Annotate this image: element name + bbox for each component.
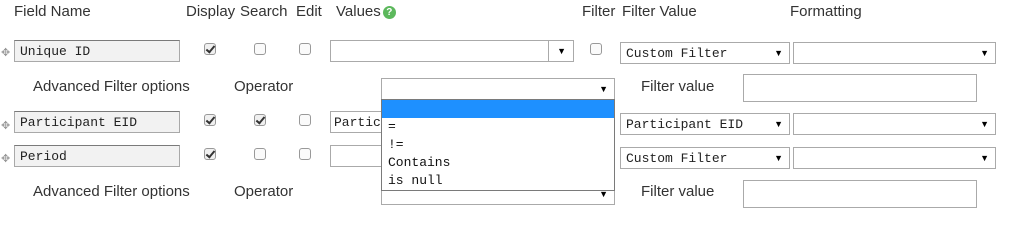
chevron-down-icon: ▼ <box>980 119 989 129</box>
operator-dropdown-list[interactable]: = != Contains is null <box>381 99 615 191</box>
header-formatting: Formatting <box>790 3 862 20</box>
formatting-select[interactable]: ▼ <box>793 113 996 135</box>
header-filter: Filter <box>582 3 616 20</box>
header-search: Search <box>240 3 288 20</box>
chevron-down-icon: ▼ <box>980 48 989 58</box>
move-arrows-icon[interactable]: ✥ <box>1 46 10 59</box>
filter-checkbox[interactable] <box>590 43 602 55</box>
display-checkbox[interactable] <box>204 114 216 126</box>
operator-option[interactable]: Contains <box>382 154 614 172</box>
select-divider <box>548 41 549 61</box>
search-checkbox[interactable] <box>254 148 266 160</box>
operator-option[interactable]: != <box>382 136 614 154</box>
header-field-name: Field Name <box>14 3 91 20</box>
filter-value-input[interactable] <box>743 180 977 208</box>
header-edit: Edit <box>296 3 322 20</box>
operator-label: Operator <box>234 183 294 200</box>
move-arrows-icon[interactable]: ✥ <box>1 152 10 165</box>
move-arrows-icon[interactable]: ✥ <box>1 119 10 132</box>
question-circle-icon[interactable]: ? <box>382 6 396 19</box>
edit-checkbox[interactable] <box>299 148 311 160</box>
filter-value-select[interactable]: Custom Filter ▼ <box>620 42 790 64</box>
operator-option[interactable]: is null <box>382 172 614 190</box>
field-name-input[interactable]: Participant EID <box>14 111 180 133</box>
display-checkbox[interactable] <box>204 148 216 160</box>
header-filter-value: Filter Value <box>622 3 697 20</box>
chevron-down-icon: ▼ <box>599 84 608 94</box>
filter-value-select[interactable]: Custom Filter ▼ <box>620 147 790 169</box>
filter-value-text: Participant EID <box>626 117 744 132</box>
header-values-label: Values <box>336 3 381 20</box>
chevron-down-icon: ▼ <box>774 48 783 58</box>
edit-checkbox[interactable] <box>299 114 311 126</box>
operator-select[interactable]: ▼ <box>381 78 615 100</box>
filter-value-text: Custom Filter <box>626 46 728 61</box>
chevron-down-icon: ▼ <box>980 153 989 163</box>
advanced-filter-label: Advanced Filter options <box>33 183 190 200</box>
operator-option[interactable]: = <box>382 118 614 136</box>
operator-option[interactable] <box>382 100 614 118</box>
edit-checkbox[interactable] <box>299 43 311 55</box>
filter-value-label: Filter value <box>641 78 715 95</box>
filter-value-label: Filter value <box>641 183 715 200</box>
chevron-down-icon: ▼ <box>557 46 566 56</box>
search-checkbox[interactable] <box>254 43 266 55</box>
advanced-filter-label: Advanced Filter options <box>33 78 190 95</box>
values-text: Partic <box>334 115 381 130</box>
chevron-down-icon: ▼ <box>774 119 783 129</box>
field-name-input[interactable]: Unique ID <box>14 40 180 62</box>
display-checkbox[interactable] <box>204 43 216 55</box>
operator-label: Operator <box>234 78 294 95</box>
values-select[interactable]: ▼ <box>330 40 574 62</box>
search-checkbox[interactable] <box>254 114 266 126</box>
chevron-down-icon: ▼ <box>774 153 783 163</box>
field-name-input[interactable]: Period <box>14 145 180 167</box>
filter-value-select[interactable]: Participant EID ▼ <box>620 113 790 135</box>
header-display: Display <box>186 3 236 20</box>
formatting-select[interactable]: ▼ <box>793 147 996 169</box>
formatting-select[interactable]: ▼ <box>793 42 996 64</box>
header-values: Values? <box>336 3 396 20</box>
filter-value-input[interactable] <box>743 74 977 102</box>
filter-value-text: Custom Filter <box>626 151 728 166</box>
